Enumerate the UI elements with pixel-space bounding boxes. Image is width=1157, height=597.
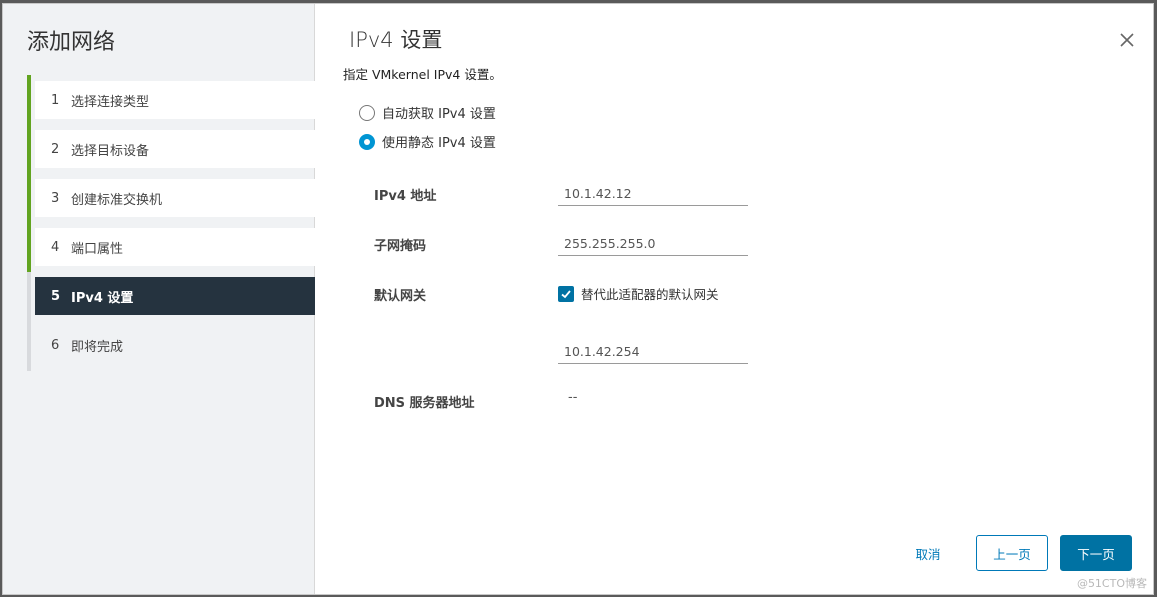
override-gateway-label: 替代此适配器的默认网关	[581, 287, 719, 302]
step-select-target-device[interactable]: 2 选择目标设备	[35, 130, 315, 168]
step-label: IPv4 设置	[71, 290, 134, 306]
close-icon	[1120, 33, 1134, 47]
step-label: 选择目标设备	[71, 143, 150, 159]
page-subtitle: 指定 VMkernel IPv4 设置。	[343, 67, 502, 82]
subnet-mask-label: 子网掩码	[374, 239, 427, 254]
step-number: 2	[51, 141, 60, 157]
step-number: 6	[51, 337, 60, 353]
step-number: 5	[51, 288, 61, 304]
wizard-content: IPv4 设置 指定 VMkernel IPv4 设置。 自动获取 IPv4 设…	[315, 4, 1153, 594]
subnet-mask-input[interactable]	[558, 232, 748, 256]
wizard-title: 添加网络	[27, 30, 116, 55]
ipv4-address-input[interactable]	[558, 182, 748, 206]
step-number: 4	[51, 239, 60, 255]
page-title: IPv4 设置	[349, 28, 443, 52]
radio-auto-ipv4[interactable]: 自动获取 IPv4 设置	[359, 103, 496, 122]
step-number: 3	[51, 190, 60, 206]
ipv4-address-label: IPv4 地址	[374, 189, 437, 204]
dns-server-label: DNS 服务器地址	[374, 396, 475, 411]
step-port-properties[interactable]: 4 端口属性	[35, 228, 315, 266]
add-network-dialog: 添加网络 1 选择连接类型 2 选择目标设备 3 创建标准交换机 4 端口属性 …	[2, 3, 1154, 595]
cancel-button[interactable]: 取消	[903, 535, 953, 571]
step-create-standard-switch[interactable]: 3 创建标准交换机	[35, 179, 315, 217]
steps-rail-completed	[27, 75, 31, 272]
close-button[interactable]	[1117, 30, 1137, 50]
override-gateway-checkbox[interactable]: 替代此适配器的默认网关	[558, 284, 719, 303]
checkbox-checked-icon	[558, 285, 574, 302]
step-number: 1	[51, 92, 60, 108]
radio-static-label: 使用静态 IPv4 设置	[382, 136, 496, 151]
radio-static-ipv4[interactable]: 使用静态 IPv4 设置	[359, 132, 496, 151]
step-label: 选择连接类型	[71, 94, 150, 110]
radio-auto-label: 自动获取 IPv4 设置	[382, 107, 496, 122]
default-gateway-input[interactable]	[558, 340, 748, 364]
wizard-sidebar: 添加网络 1 选择连接类型 2 选择目标设备 3 创建标准交换机 4 端口属性 …	[3, 4, 315, 594]
radio-checked-icon	[359, 133, 375, 150]
step-select-connection-type[interactable]: 1 选择连接类型	[35, 81, 315, 119]
step-ipv4-settings[interactable]: 5 IPv4 设置	[35, 277, 315, 315]
step-label: 端口属性	[71, 241, 124, 257]
watermark: @51CTO博客	[1076, 577, 1147, 590]
step-ready-to-complete: 6 即将完成	[35, 326, 315, 364]
radio-unchecked-icon	[359, 104, 375, 121]
next-button[interactable]: 下一页	[1060, 535, 1132, 571]
default-gateway-label: 默认网关	[374, 289, 427, 304]
step-label: 即将完成	[71, 339, 124, 355]
step-label: 创建标准交换机	[71, 192, 163, 208]
dns-server-value: --	[568, 390, 578, 405]
previous-button[interactable]: 上一页	[976, 535, 1048, 571]
